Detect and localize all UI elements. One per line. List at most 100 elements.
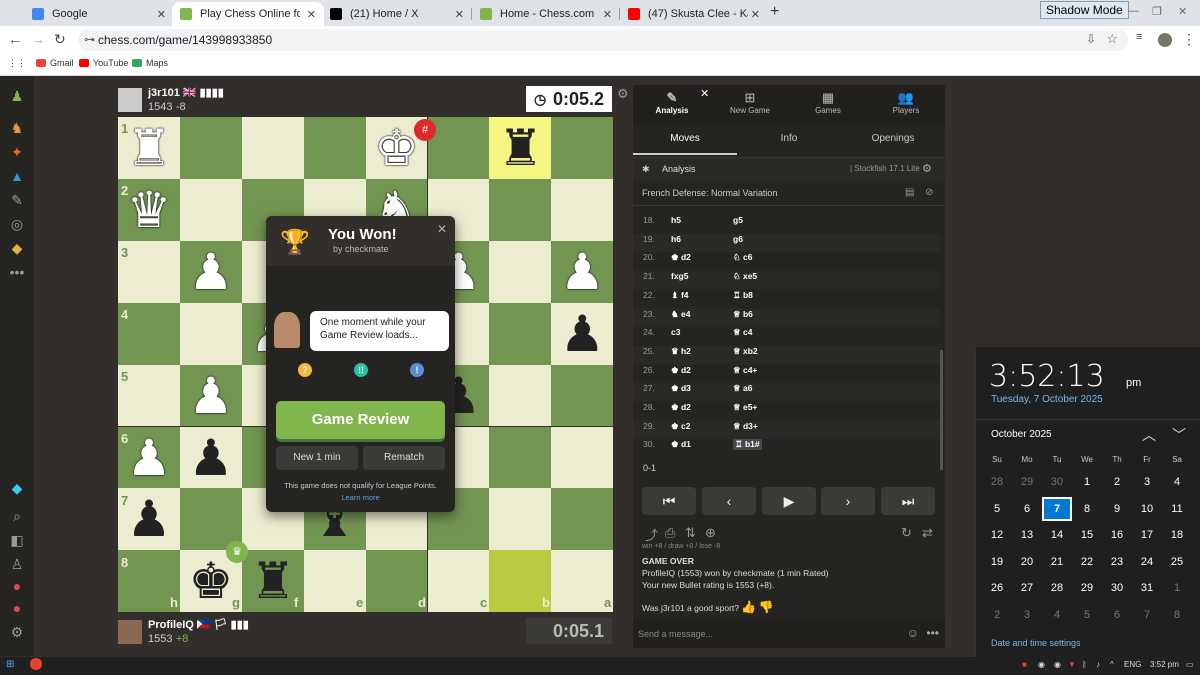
back-icon[interactable]: ← <box>8 31 22 47</box>
calendar-day[interactable]: 2 <box>982 609 1012 621</box>
calendar-day[interactable]: 12 <box>982 529 1012 541</box>
calendar-day[interactable]: 5 <box>982 503 1012 515</box>
calendar-day[interactable]: 9 <box>1102 503 1132 515</box>
messages-icon[interactable]: ● <box>9 600 25 616</box>
calendar-day[interactable]: 19 <box>982 556 1012 568</box>
subtab-moves[interactable]: Moves <box>633 129 737 155</box>
chess-logo-icon[interactable]: ♟ <box>9 88 25 104</box>
calendar-day[interactable]: 30 <box>1042 476 1072 488</box>
board-square[interactable] <box>551 178 614 241</box>
board-square[interactable] <box>551 364 614 427</box>
calendar-day[interactable]: 18 <box>1162 529 1192 541</box>
close-icon[interactable]: ✕ <box>307 8 316 21</box>
date-time-settings-link[interactable]: Date and time settings <box>991 638 1081 648</box>
white-move[interactable]: fxg5 <box>671 271 688 281</box>
white-move[interactable]: ♚ d1 <box>671 439 691 450</box>
show-hidden-icon[interactable]: ^ <box>1110 660 1114 669</box>
subtab-info[interactable]: Info <box>737 129 841 155</box>
close-window-icon[interactable]: ✕ <box>1178 5 1187 18</box>
speaker-icon[interactable]: ♪ <box>1096 660 1100 669</box>
taskbar-clock[interactable]: 3:52 pm <box>1150 660 1179 669</box>
calendar-day[interactable]: 17 <box>1132 529 1162 541</box>
board-square[interactable] <box>489 178 552 241</box>
tab-games[interactable]: ▦ Games <box>793 90 863 115</box>
calendar-day[interactable]: 26 <box>982 582 1012 594</box>
calendar-day[interactable]: 8 <box>1162 609 1192 621</box>
calendar-day[interactable]: 25 <box>1162 556 1192 568</box>
pgn-icon[interactable]: ⎙ <box>665 525 675 541</box>
calendar-day[interactable]: 20 <box>1012 556 1042 568</box>
board-square[interactable] <box>489 426 552 489</box>
new-tab-button[interactable]: + <box>770 3 779 21</box>
close-icon[interactable]: ✕ <box>603 8 612 21</box>
black-move[interactable]: ♘ xe5 <box>733 271 757 282</box>
avatar[interactable] <box>1158 33 1172 47</box>
tab-new-game[interactable]: ⊞ New Game <box>715 90 785 115</box>
language-indicator[interactable]: ENG <box>1124 660 1141 669</box>
learn-icon[interactable]: ▲ <box>9 168 25 184</box>
install-icon[interactable]: ⇩ <box>1086 32 1096 46</box>
white-move[interactable]: ♝ f4 <box>671 290 689 301</box>
top-player-name[interactable]: j3r101 🇬🇧 ▮▮▮▮ <box>148 86 224 99</box>
social-icon[interactable]: ◆ <box>9 240 25 256</box>
black-move[interactable]: ♕ xb2 <box>733 346 758 357</box>
minimize-icon[interactable]: — <box>1128 5 1139 17</box>
calendar-day[interactable]: 6 <box>1102 609 1132 621</box>
white-pawn[interactable]: ♟ <box>180 365 242 427</box>
forward-icon[interactable]: → <box>31 31 45 47</box>
black-move[interactable]: ♕ d3+ <box>733 421 758 432</box>
calendar-day[interactable]: 1 <box>1162 582 1192 594</box>
settings-icon[interactable]: ⚙ <box>9 624 25 640</box>
board-square[interactable] <box>179 178 242 241</box>
calendar-day[interactable]: 4 <box>1042 609 1072 621</box>
calendar-day[interactable]: 5 <box>1072 609 1102 621</box>
white-move[interactable]: ♚ c2 <box>671 421 690 432</box>
board-square[interactable] <box>551 488 614 551</box>
board-square[interactable] <box>489 488 552 551</box>
notification-icon[interactable]: ▭ <box>1186 660 1194 669</box>
black-move[interactable]: g5 <box>733 215 743 225</box>
tab-x-home[interactable]: (21) Home / X ✕ <box>322 2 472 26</box>
calendar-day[interactable]: 29 <box>1072 582 1102 594</box>
board-square[interactable] <box>303 117 366 179</box>
board-square[interactable] <box>489 240 552 303</box>
tab-analysis[interactable]: ✎ Analysis <box>637 90 707 115</box>
calendar-day[interactable]: 28 <box>982 476 1012 488</box>
black-rook[interactable]: ♜ <box>489 117 551 179</box>
avatar[interactable] <box>118 619 142 644</box>
white-move[interactable]: ♚ d2 <box>671 402 691 413</box>
more-icon[interactable]: ••• <box>9 264 25 280</box>
subtab-openings[interactable]: Openings <box>841 129 945 155</box>
black-move[interactable]: ♕ b6 <box>733 309 753 320</box>
bookmark-youtube[interactable]: YouTube <box>79 58 128 68</box>
avatar[interactable] <box>118 87 142 112</box>
calendar-day[interactable]: 29 <box>1012 476 1042 488</box>
white-move[interactable]: c3 <box>671 327 680 337</box>
calendar-day[interactable]: 3 <box>1012 609 1042 621</box>
calendar-day[interactable]: 1 <box>1072 476 1102 488</box>
white-move[interactable]: ♚ d2 <box>671 252 691 263</box>
bookmark-maps[interactable]: Maps <box>132 58 168 68</box>
play-button[interactable]: ▶ <box>762 487 816 515</box>
more-icon[interactable]: ••• <box>926 626 939 640</box>
black-move[interactable]: g6 <box>733 234 743 244</box>
bottom-player-name[interactable]: ProfileIQ 🇵🇭 🏳 ▮▮▮ <box>148 618 249 631</box>
calendar-day[interactable]: 28 <box>1042 582 1072 594</box>
book-icon[interactable]: ▤ <box>905 187 914 198</box>
search-icon[interactable]: ⌕ <box>9 508 25 524</box>
site-info-icon[interactable]: ⊶ <box>84 33 95 46</box>
next-move-button[interactable]: › <box>821 487 875 515</box>
reload-icon[interactable]: ↻ <box>54 31 66 48</box>
close-icon[interactable]: ✕ <box>455 8 464 21</box>
board-square[interactable] <box>551 426 614 489</box>
learn-more-link[interactable]: Learn more <box>266 493 455 502</box>
thumbs-up-icon[interactable]: 👍 <box>741 600 756 614</box>
calendar-day[interactable]: 23 <box>1102 556 1132 568</box>
calendar-day[interactable]: 14 <box>1042 529 1072 541</box>
bluetooth-icon[interactable]: ᛒ <box>1082 660 1087 669</box>
rematch-button[interactable]: Rematch <box>363 446 445 470</box>
calendar-day[interactable]: 16 <box>1102 529 1132 541</box>
puzzles-icon[interactable]: ✦ <box>9 144 25 160</box>
calendar-day[interactable]: 2 <box>1102 476 1132 488</box>
new-game-button[interactable]: New 1 min <box>276 446 358 470</box>
